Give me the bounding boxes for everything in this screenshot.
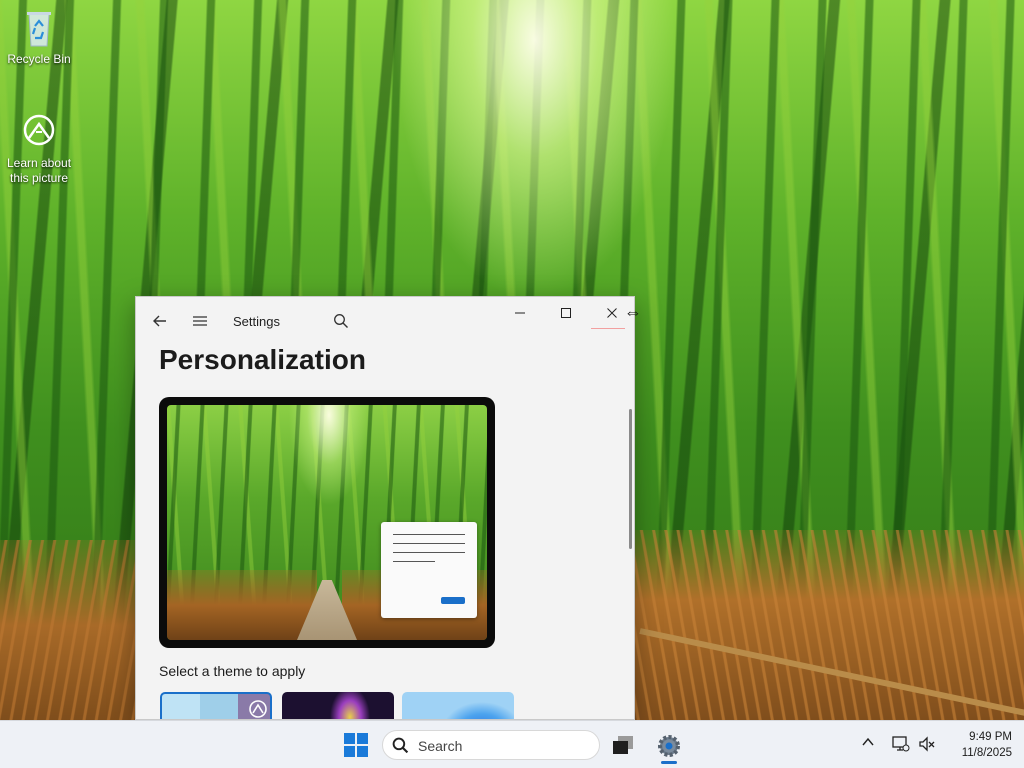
task-view-button[interactable] — [612, 735, 634, 755]
settings-search-button[interactable] — [325, 305, 357, 337]
close-icon — [607, 308, 617, 318]
gear-icon — [658, 735, 680, 757]
search-icon — [334, 314, 348, 328]
desktop-icon-label: Recycle Bin — [7, 52, 71, 66]
theme-tile-dark[interactable] — [282, 692, 394, 719]
maximize-button[interactable] — [543, 297, 589, 329]
preview-sample-window — [381, 522, 477, 618]
preview-line — [393, 561, 435, 562]
minimize-button[interactable] — [497, 297, 543, 329]
section-label-themes: Select a theme to apply — [159, 663, 306, 679]
system-clock[interactable]: 9:49 PM 11/8/2025 — [944, 729, 1012, 761]
network-icon[interactable] — [892, 736, 910, 752]
back-button[interactable] — [144, 305, 176, 337]
desktop-icon-recycle-bin[interactable]: Recycle Bin — [1, 8, 77, 67]
active-app-indicator — [661, 761, 677, 764]
taskbar-search-placeholder: Search — [418, 738, 463, 754]
wallpaper-grass-right — [634, 530, 1024, 720]
start-button[interactable] — [344, 733, 368, 757]
minimize-icon — [515, 312, 525, 314]
learn-about-picture-icon — [23, 114, 55, 146]
clock-date: 11/8/2025 — [961, 747, 1012, 759]
hamburger-menu-icon — [193, 316, 207, 326]
navigation-menu-button[interactable] — [184, 305, 216, 337]
volume-muted-icon[interactable] — [918, 736, 936, 752]
preview-accent-button — [441, 597, 465, 604]
scrollbar-thumb[interactable] — [629, 409, 632, 549]
page-title: Personalization — [159, 344, 366, 375]
settings-window: Settings Personalization Select a theme … — [135, 296, 635, 720]
preview-line — [393, 543, 465, 544]
back-arrow-icon — [153, 315, 166, 327]
desktop-icon-label: Learn about this picture — [6, 156, 72, 185]
preview-line — [393, 534, 465, 535]
title-bar[interactable]: Settings — [136, 297, 634, 345]
theme-preview-wallpaper — [167, 405, 487, 640]
taskbar-settings-app[interactable] — [652, 729, 686, 763]
search-icon — [392, 737, 409, 754]
taskbar-search-box[interactable]: Search — [382, 730, 600, 760]
learn-about-picture-icon — [249, 700, 267, 718]
desktop-icon-learn-about-picture[interactable]: Learn about this picture — [1, 112, 77, 186]
show-hidden-icons-chevron-up-icon[interactable] — [861, 735, 875, 749]
recycle-bin-icon — [27, 12, 51, 47]
window-title: Settings — [233, 314, 280, 329]
theme-preview — [159, 397, 495, 648]
close-focus-indicator — [591, 328, 625, 329]
theme-tile-selected[interactable] — [160, 692, 272, 719]
taskbar: Search 9:49 PM 11/8/2025 — [0, 720, 1024, 768]
preview-grass-left — [167, 570, 317, 640]
clock-time: 9:49 PM — [969, 731, 1012, 743]
theme-tile-bloom[interactable] — [402, 692, 514, 719]
preview-line — [393, 552, 465, 553]
resize-cursor-icon: ⇔ — [624, 302, 642, 322]
maximize-icon — [561, 308, 571, 318]
